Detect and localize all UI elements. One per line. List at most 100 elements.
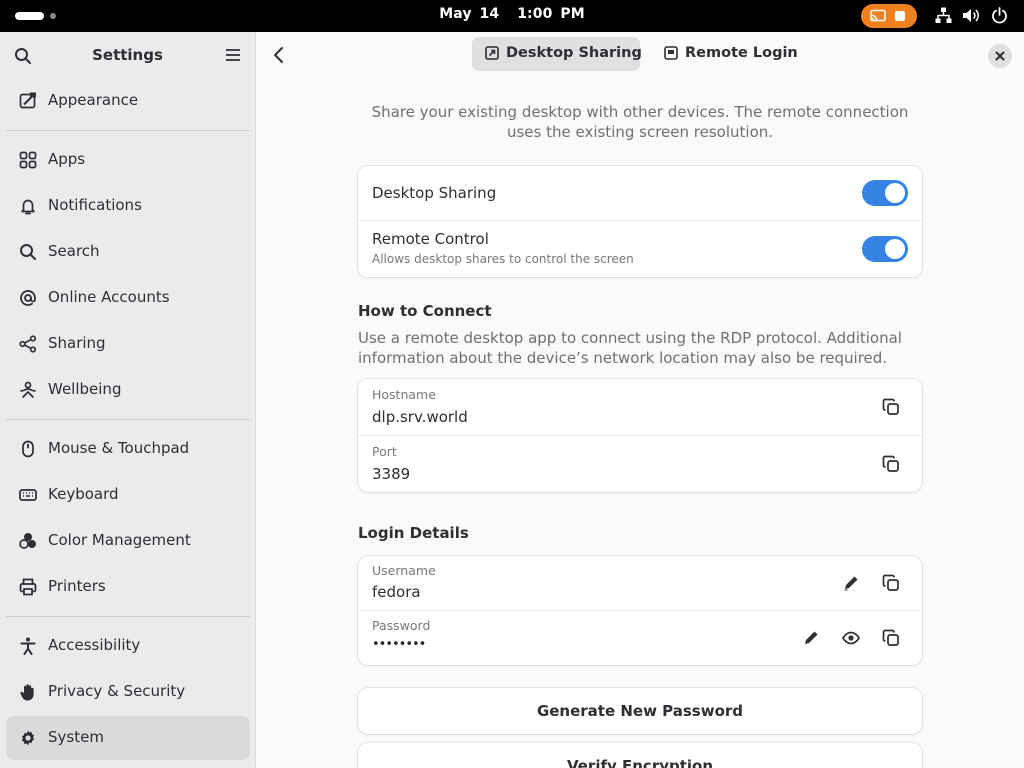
sidebar-item-label: Printers <box>48 577 106 595</box>
sidebar-divider <box>6 419 250 420</box>
close-button[interactable] <box>988 44 1012 68</box>
pencil-icon <box>844 576 858 591</box>
sidebar-item-mouse-touchpad[interactable]: Mouse & Touchpad <box>6 427 250 471</box>
volume-icon[interactable] <box>962 7 981 24</box>
remote-control-row[interactable]: Remote Control Allows desktop shares to … <box>358 221 922 277</box>
desktop-sharing-row[interactable]: Desktop Sharing <box>358 166 922 220</box>
tab-label: Desktop Sharing <box>506 45 642 61</box>
port-row: Port 3389 <box>358 436 922 492</box>
desktop-sharing-switch[interactable] <box>862 180 908 206</box>
workspace-indicator[interactable] <box>50 13 56 19</box>
network-wired-icon[interactable] <box>935 7 952 24</box>
sidebar-item-search[interactable]: Search <box>6 230 250 274</box>
sidebar-item-label: Search <box>48 242 100 260</box>
screen-recording-indicator[interactable] <box>861 4 917 28</box>
bell-icon <box>21 199 35 215</box>
sidebar-item-wellbeing[interactable]: Wellbeing <box>6 368 250 412</box>
show-password-button[interactable] <box>837 624 865 652</box>
copy-icon <box>882 455 899 472</box>
active-workspace-indicator[interactable] <box>15 12 44 20</box>
copy-icon <box>882 398 899 415</box>
header-bar: Desktop Sharing Remote Login <box>256 32 1024 79</box>
tab-desktop-sharing[interactable]: Desktop Sharing <box>472 37 642 71</box>
login-details-heading: Login Details <box>358 524 469 542</box>
tab-label: Remote Login <box>685 45 798 61</box>
sidebar-item-label: Privacy & Security <box>48 682 186 700</box>
sidebar-item-accessibility[interactable]: Accessibility <box>6 624 250 668</box>
sidebar-item-system[interactable]: System <box>6 716 250 760</box>
edit-username-button[interactable] <box>837 569 865 597</box>
desktop-sharing-icon <box>485 46 499 60</box>
sharing-toggles-card: Desktop Sharing Remote Control Allows de… <box>358 166 922 277</box>
remote-login-icon <box>664 46 678 60</box>
generate-new-password-button[interactable]: Generate New Password <box>358 688 922 734</box>
hostname-value: dlp.srv.world <box>372 408 468 426</box>
hamburger-menu-icon[interactable] <box>225 48 241 62</box>
password-label: Password <box>372 618 431 633</box>
how-to-connect-heading: How to Connect <box>358 302 492 320</box>
clock-time: 1:00 PM <box>517 6 585 22</box>
stop-icon <box>895 11 905 21</box>
sidebar-item-label: Apps <box>48 150 86 168</box>
hostname-label: Hostname <box>372 387 436 402</box>
sidebar-item-appearance[interactable]: Appearance <box>6 79 250 123</box>
row-title: Desktop Sharing <box>372 184 497 202</box>
sidebar-item-keyboard[interactable]: Keyboard <box>6 473 250 517</box>
sidebar: Settings Appearance Apps Notifications S… <box>0 32 256 768</box>
search-icon <box>20 244 36 260</box>
sidebar-item-apps[interactable]: Apps <box>6 138 250 182</box>
how-to-connect-description: Use a remote desktop app to connect usin… <box>358 329 902 367</box>
switch-knob <box>885 183 905 203</box>
sidebar-item-sharing[interactable]: Sharing <box>6 322 250 366</box>
clock[interactable]: May 14 1:00 PM <box>412 6 612 22</box>
sidebar-item-privacy-security[interactable]: Privacy & Security <box>6 670 250 714</box>
tab-remote-login[interactable]: Remote Login <box>651 37 798 71</box>
sidebar-item-online-accounts[interactable]: Online Accounts <box>6 276 250 320</box>
wellbeing-icon <box>20 381 36 398</box>
copy-password-button[interactable] <box>877 624 905 652</box>
sidebar-divider <box>6 616 250 617</box>
printer-icon <box>19 578 37 596</box>
share-icon <box>19 335 37 353</box>
username-value: fedora <box>372 583 421 601</box>
remote-control-switch[interactable] <box>862 236 908 262</box>
back-arrow-icon[interactable] <box>272 46 286 64</box>
username-row: Username fedora <box>358 556 922 610</box>
color-circles-icon <box>19 533 36 549</box>
sidebar-item-label: System <box>48 728 104 746</box>
gear-icon <box>21 730 35 746</box>
copy-icon <box>882 629 899 646</box>
sidebar-item-notifications[interactable]: Notifications <box>6 184 250 228</box>
edit-password-button[interactable] <box>797 624 825 652</box>
sidebar-item-label: Notifications <box>48 196 142 214</box>
row-title: Remote Control <box>372 230 489 248</box>
sidebar-item-label: Mouse & Touchpad <box>48 439 190 457</box>
connection-info-card: Hostname dlp.srv.world Port 3389 <box>358 379 922 492</box>
pencil-icon <box>805 631 818 644</box>
row-subtitle: Allows desktop shares to control the scr… <box>372 252 634 266</box>
sidebar-item-label: Color Management <box>48 531 191 549</box>
switch-knob <box>885 239 905 259</box>
intro-description: Share your existing desktop with other d… <box>371 103 909 141</box>
sidebar-item-label: Keyboard <box>48 485 119 503</box>
copy-hostname-button[interactable] <box>877 393 905 421</box>
sidebar-title: Settings <box>92 46 163 64</box>
login-details-card: Username fedora Password •••••••• <box>358 556 922 665</box>
username-label: Username <box>372 563 436 578</box>
copy-port-button[interactable] <box>877 450 905 478</box>
top-bar: May 14 1:00 PM <box>0 0 1024 32</box>
copy-username-button[interactable] <box>877 569 905 597</box>
sidebar-item-color-management[interactable]: Color Management <box>6 519 250 563</box>
sidebar-header: Settings <box>0 32 255 79</box>
sidebar-item-label: Sharing <box>48 334 106 352</box>
sidebar-item-label: Wellbeing <box>48 380 122 398</box>
at-sign-icon <box>20 290 36 306</box>
apps-grid-icon <box>19 151 37 169</box>
verify-encryption-button[interactable]: Verify Encryption <box>358 743 922 768</box>
power-icon[interactable] <box>991 7 1008 24</box>
sidebar-item-label: Online Accounts <box>48 288 170 306</box>
sidebar-item-label: Accessibility <box>48 636 141 654</box>
close-icon <box>995 51 1005 61</box>
sidebar-item-printers[interactable]: Printers <box>6 565 250 609</box>
screencast-icon <box>870 9 886 22</box>
